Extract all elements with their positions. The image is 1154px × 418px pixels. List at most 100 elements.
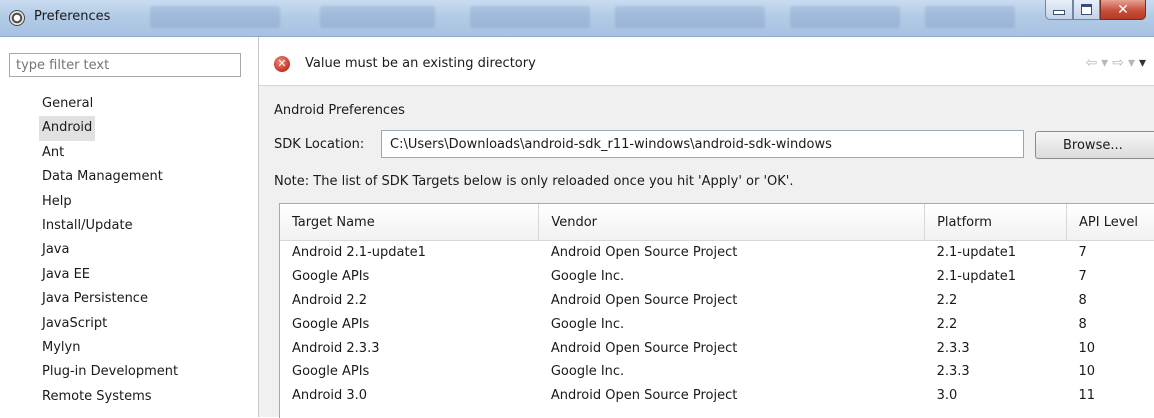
table-cell: 7 [1078,269,1087,285]
sdk-targets-table: Target Name Vendor Platform API Level An… [279,203,1154,418]
table-cell: Google Inc. [550,316,625,332]
maximize-icon [1081,4,1092,15]
reload-note: Note: The list of SDK Targets below is o… [274,174,794,189]
table-cell: 8 [1078,316,1087,332]
tree-row: Java [42,238,181,262]
column-header-vendor[interactable]: Vendor [538,204,926,241]
tree-row: Java EE [42,263,181,287]
sdk-location-input[interactable] [381,130,1024,158]
window-title: Preferences [34,9,111,24]
tree-item-general[interactable]: General [39,92,181,116]
table-cell: Android Open Source Project [550,292,738,308]
browse-button[interactable]: Browse... [1035,131,1154,159]
table-row[interactable]: Android 2.2 Android Open Source Project 2.… [280,289,1154,313]
minimize-button[interactable] [1045,0,1073,20]
blurred-taskbar-area [470,6,590,28]
tree-row: Mylyn [42,336,181,360]
error-message: Value must be an existing directory [305,56,536,71]
table-cell: 7 [1078,245,1087,261]
tree-item-javascript[interactable]: JavaScript [39,312,181,336]
tree-item-install-update[interactable]: Install/Update [39,214,181,238]
title-bar[interactable]: Preferences ✕ [0,0,1154,37]
table-cell: 3.0 [936,388,958,404]
filter-input[interactable] [9,53,241,77]
table-row[interactable]: Google APIs Google Inc. 2.3.3 10 [280,360,1154,384]
history-navigation: ⇦ ▾ ⇨ ▾ ▾ [1085,55,1146,71]
tree-item-java-persistence[interactable]: Java Persistence [39,287,181,311]
message-bar: ✕ Value must be an existing directory ⇦ … [259,37,1154,86]
preferences-tree: General Android Ant Data Management Help Inst… [39,92,181,409]
close-icon: ✕ [1117,1,1129,18]
table-cell: 10 [1078,340,1096,356]
table-cell: Android Open Source Project [550,245,738,261]
blurred-taskbar-area [925,6,1015,28]
tree-row: Ant [42,141,181,165]
close-button[interactable]: ✕ [1100,0,1146,20]
tree-item-help[interactable]: Help [39,190,181,214]
table-cell: 2.1-update1 [936,245,1017,261]
forward-dropdown-icon[interactable]: ▾ [1128,55,1135,71]
blurred-taskbar-area [150,6,280,28]
table-cell: 2.3.3 [936,364,970,380]
table-row[interactable]: Google APIs Google Inc. 2.2 8 [280,312,1154,336]
table-row[interactable]: Google APIs Google Inc. 2.1-update1 7 [280,265,1154,289]
table-cell: 2.1-update1 [936,269,1017,285]
forward-arrow-icon[interactable]: ⇨ [1112,55,1124,71]
tree-row: General [42,92,181,116]
table-cell: Android 2.1-update1 [292,245,426,261]
tree-item-remote-systems[interactable]: Remote Systems [39,385,181,409]
table-cell: Google APIs [292,269,370,285]
table-cell: 2.2 [936,316,958,332]
table-cell: Android 3.0 [292,388,368,404]
tree-item-plug-in-development[interactable]: Plug-in Development [39,360,181,384]
error-icon: ✕ [274,56,290,72]
eclipse-app-icon [9,10,25,26]
table-cell: Android 2.2 [292,292,368,308]
table-header-row: Target Name Vendor Platform API Level [280,204,1154,241]
tree-item-android[interactable]: Android [39,116,96,141]
column-header-api-level[interactable]: API Level [1066,204,1154,241]
table-cell: Google Inc. [550,269,625,285]
preference-page: ✕ Value must be an existing directory ⇦ … [259,37,1154,418]
back-arrow-icon[interactable]: ⇦ [1085,55,1097,71]
table-cell: Android Open Source Project [550,388,738,404]
column-header-target-name[interactable]: Target Name [280,204,540,241]
tree-row: Data Management [42,165,181,189]
tree-item-ant[interactable]: Ant [39,141,181,165]
table-row[interactable]: Android 3.0 Android Open Source Project 3.… [280,384,1154,408]
table-cell: Google APIs [292,364,370,380]
tree-row: JavaScript [42,312,181,336]
tree-row: Install/Update [42,214,181,238]
tree-row: Help [42,190,181,214]
blurred-taskbar-area [790,6,900,28]
table-cell: Google Inc. [550,364,625,380]
blurred-taskbar-area [615,6,765,28]
tree-item-java-ee[interactable]: Java EE [39,263,181,287]
sdk-location-label: SDK Location: [274,137,365,152]
section-title: Android Preferences [274,103,405,118]
table-row[interactable]: Android 2.3.3 Android Open Source Project… [280,336,1154,360]
table-cell: 10 [1078,364,1096,380]
blurred-taskbar-area [320,6,435,28]
preferences-sidebar: GeneralAndroidAntData ManagementHelpInst… [0,37,259,417]
tree-row: Android [39,116,181,141]
table-row[interactable]: Android 2.1-update1 Android Open Source P… [280,241,1154,265]
view-menu-icon[interactable]: ▾ [1139,55,1146,71]
tree-item-data-management[interactable]: Data Management [39,165,181,189]
tree-item-java[interactable]: Java [39,238,181,262]
maximize-button[interactable] [1073,0,1100,20]
minimize-icon [1053,10,1065,15]
table-cell: Google APIs [292,316,370,332]
preferences-window: Preferences ✕ GeneralAndroidAntData Mana… [0,0,1154,418]
tree-row: Java Persistence [42,287,181,311]
table-cell: 11 [1078,388,1096,404]
tree-item-mylyn[interactable]: Mylyn [39,336,181,360]
table-cell: 2.2 [936,292,958,308]
tree-row: Remote Systems [42,385,181,409]
table-cell: Android 2.3.3 [292,340,380,356]
column-header-platform[interactable]: Platform [924,204,1068,241]
window-controls: ✕ [1045,0,1146,22]
tree-row: Plug-in Development [42,360,181,384]
back-dropdown-icon[interactable]: ▾ [1101,55,1108,71]
table-cell: Android Open Source Project [550,340,738,356]
